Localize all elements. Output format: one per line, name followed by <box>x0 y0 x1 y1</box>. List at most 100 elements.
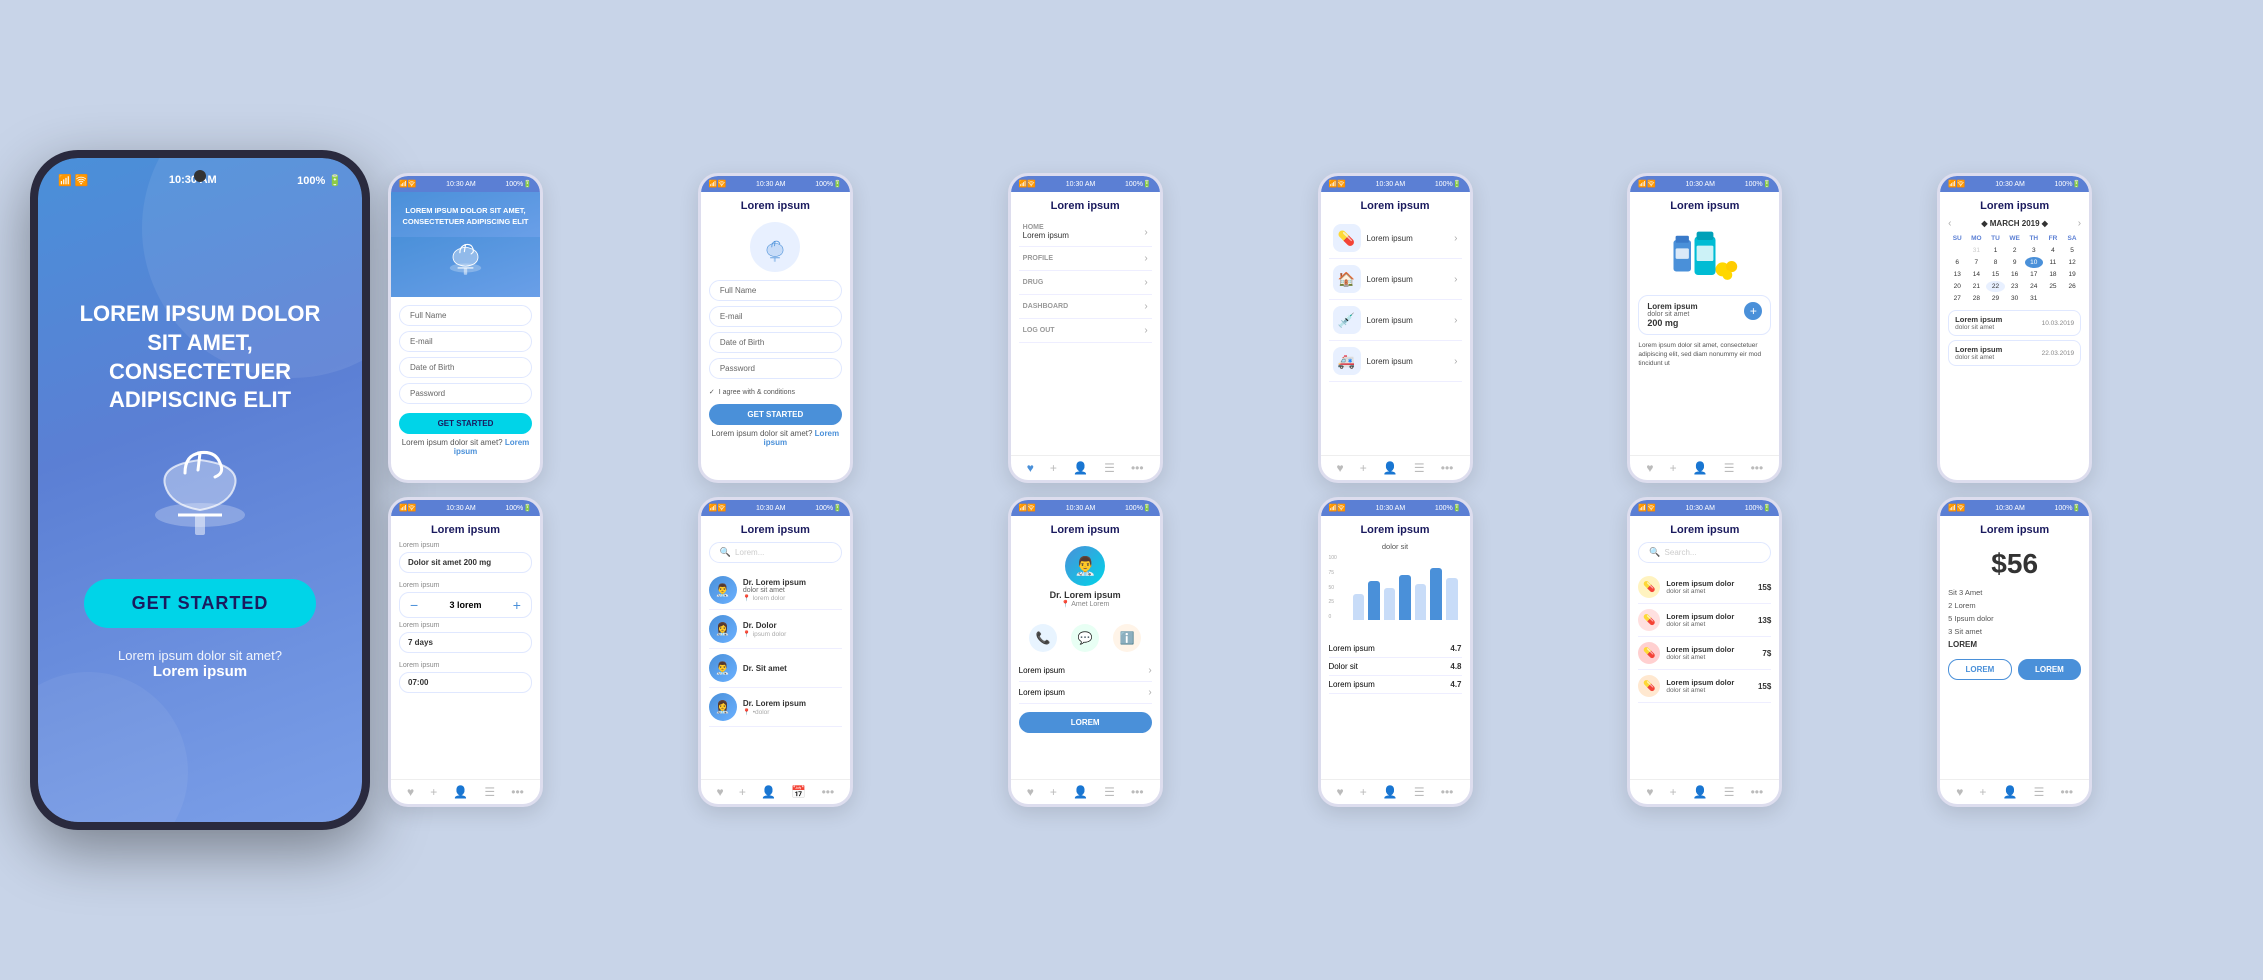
order-btn-2[interactable]: LOREM <box>2018 659 2082 680</box>
med-item-1[interactable]: 💊 Lorem ipsum dolor dolor sit amet 15$ <box>1638 571 1771 604</box>
nav-heart-10[interactable]: ♥ <box>1337 785 1344 799</box>
nav-calendar-8[interactable]: 📅 <box>791 785 806 799</box>
nav-person-3[interactable]: 👤 <box>1073 461 1088 475</box>
cal-prev[interactable]: ‹ <box>1948 218 1951 229</box>
menu-drug[interactable]: DRUG › <box>1019 271 1152 295</box>
email-field[interactable]: E-mail <box>399 331 532 352</box>
search-box-8[interactable]: 🔍 Lorem... <box>709 542 842 563</box>
phone-action[interactable]: 📞 <box>1029 624 1057 652</box>
chevron-profile: › <box>1144 253 1147 264</box>
nav-dots-5[interactable]: ••• <box>1751 461 1764 475</box>
screen2-form: Lorem ipsum Full Name E-mail Date of Bir… <box>701 192 850 480</box>
nav-list-3[interactable]: ☰ <box>1104 461 1115 475</box>
phone-screen-4: 📶🛜 10:30 AM 100%🔋 Lorem ipsum 💊 Lorem ip… <box>1318 173 1473 483</box>
nav-dots-10[interactable]: ••• <box>1441 785 1454 799</box>
nav-dots-11[interactable]: ••• <box>1751 785 1764 799</box>
med-item-2[interactable]: 💊 Lorem ipsum dolor dolor sit amet 13$ <box>1638 604 1771 637</box>
med-item-3[interactable]: 💊 Lorem ipsum dolor dolor sit amet 7$ <box>1638 637 1771 670</box>
nav-list-11[interactable]: ☰ <box>1724 785 1735 799</box>
nav-dots-7[interactable]: ••• <box>511 785 524 799</box>
nav-plus-9[interactable]: + <box>1050 785 1057 799</box>
nav-list-12[interactable]: ☰ <box>2034 785 2045 799</box>
nav-list-10[interactable]: ☰ <box>1414 785 1425 799</box>
nav-person-12[interactable]: 👤 <box>2003 785 2018 799</box>
nav-dots-4[interactable]: ••• <box>1441 461 1454 475</box>
nav-plus-10[interactable]: + <box>1360 785 1367 799</box>
big-phone: 📶 🛜 10:30 AM 100% 🔋 LOREM IPSUM DOLOR SI… <box>30 150 370 830</box>
nav-heart-9[interactable]: ♥ <box>1027 785 1034 799</box>
service-3[interactable]: 💉 Lorem ipsum › <box>1329 300 1462 341</box>
nav-person-4[interactable]: 👤 <box>1383 461 1398 475</box>
nav-plus-12[interactable]: + <box>1979 785 1986 799</box>
nav-heart-4[interactable]: ♥ <box>1337 461 1344 475</box>
get-started-btn-2[interactable]: GET STARTED <box>709 404 842 425</box>
dob-field[interactable]: Date of Birth <box>399 357 532 378</box>
nav-person-8[interactable]: 👤 <box>761 785 776 799</box>
nav-person-7[interactable]: 👤 <box>453 785 468 799</box>
nav-plus-4[interactable]: + <box>1360 461 1367 475</box>
menu-logout[interactable]: LOG OUT › <box>1019 319 1152 343</box>
nav-plus-11[interactable]: + <box>1670 785 1677 799</box>
big-phone-title: LOREM IPSUM DOLOR SIT AMET, CONSECTETUER… <box>62 300 338 414</box>
nav-person-5[interactable]: 👤 <box>1693 461 1708 475</box>
nav-person-9[interactable]: 👤 <box>1073 785 1088 799</box>
med-item-4[interactable]: 💊 Lorem ipsum dolor dolor sit amet 15$ <box>1638 670 1771 703</box>
lorem-btn-9[interactable]: LOREM <box>1019 712 1152 733</box>
fullname-field[interactable]: Full Name <box>399 305 532 326</box>
nav-list-7[interactable]: ☰ <box>484 785 495 799</box>
search-box-11[interactable]: 🔍 Search... <box>1638 542 1771 563</box>
cal-next[interactable]: › <box>2078 218 2081 229</box>
screen12-order: Lorem ipsum $56 Sit 3 Amet 2 Lorem 5 Ips… <box>1940 516 2089 779</box>
menu-profile[interactable]: PROFILE › <box>1019 247 1152 271</box>
nav-dots-9[interactable]: ••• <box>1131 785 1144 799</box>
info-action[interactable]: ℹ️ <box>1113 624 1141 652</box>
doctor-4[interactable]: 👩‍⚕️ Dr. Lorem ipsum 📍 •dolor <box>709 688 842 727</box>
nav-person-10[interactable]: 👤 <box>1383 785 1398 799</box>
order-btn-1[interactable]: LOREM <box>1948 659 2012 680</box>
service-2[interactable]: 🏠 Lorem ipsum › <box>1329 259 1462 300</box>
menu-dashboard[interactable]: DASHBOARD › <box>1019 295 1152 319</box>
menu-home[interactable]: HOMELorem ipsum › <box>1019 218 1152 247</box>
nav-plus-5[interactable]: + <box>1670 461 1677 475</box>
nav-dots-3[interactable]: ••• <box>1131 461 1144 475</box>
add-med-btn[interactable]: + <box>1744 302 1762 320</box>
get-started-button-big[interactable]: GET STARTED <box>84 579 317 628</box>
s2-fullname[interactable]: Full Name <box>709 280 842 301</box>
service-4[interactable]: 🚑 Lorem ipsum › <box>1329 341 1462 382</box>
big-phone-link[interactable]: Lorem ipsum <box>153 663 247 680</box>
stepper-plus[interactable]: + <box>513 597 521 613</box>
big-phone-screen: 📶 🛜 10:30 AM 100% 🔋 LOREM IPSUM DOLOR SI… <box>38 158 362 822</box>
nav-heart-11[interactable]: ♥ <box>1646 785 1653 799</box>
footer-text-1: Lorem ipsum dolor sit amet? Lorem ipsum <box>399 438 532 456</box>
s2-email[interactable]: E-mail <box>709 306 842 327</box>
doctor-2[interactable]: 👩‍⚕️ Dr. Dolor 📍 ipsum dolor <box>709 610 842 649</box>
nav-person-11[interactable]: 👤 <box>1693 785 1708 799</box>
nav-heart-8[interactable]: ♥ <box>716 785 723 799</box>
nav-heart-3[interactable]: ♥ <box>1027 461 1034 475</box>
chat-action[interactable]: 💬 <box>1071 624 1099 652</box>
nav-heart-12[interactable]: ♥ <box>1956 785 1963 799</box>
nav-list-5[interactable]: ☰ <box>1724 461 1735 475</box>
nav-heart-7[interactable]: ♥ <box>407 785 414 799</box>
doctor-1[interactable]: 👨‍⚕️ Dr. Lorem ipsum dolor sit amet 📍 lo… <box>709 571 842 610</box>
nav-heart-5[interactable]: ♥ <box>1646 461 1653 475</box>
stepper-minus[interactable]: − <box>410 597 418 613</box>
password-field[interactable]: Password <box>399 383 532 404</box>
nav-dots-12[interactable]: ••• <box>2060 785 2073 799</box>
chevron-s4: › <box>1454 356 1457 367</box>
get-started-btn-1[interactable]: GET STARTED <box>399 413 532 434</box>
nav-list-4[interactable]: ☰ <box>1414 461 1425 475</box>
nav-plus-7[interactable]: + <box>430 785 437 799</box>
doctor-3[interactable]: 👨‍⚕️ Dr. Sit amet <box>709 649 842 688</box>
nav-dots-8[interactable]: ••• <box>822 785 835 799</box>
nav-list-9[interactable]: ☰ <box>1104 785 1115 799</box>
s2-dob[interactable]: Date of Birth <box>709 332 842 353</box>
screen7-title: Lorem ipsum <box>399 524 532 536</box>
phone-screen-8: 📶🛜 10:30 AM 100%🔋 Lorem ipsum 🔍 Lorem...… <box>698 497 853 807</box>
bottom-nav-3: ♥ + 👤 ☰ ••• <box>1011 455 1160 480</box>
service-1[interactable]: 💊 Lorem ipsum › <box>1329 218 1462 259</box>
nav-plus-3[interactable]: + <box>1050 461 1057 475</box>
nav-plus-8[interactable]: + <box>739 785 746 799</box>
s2-password[interactable]: Password <box>709 358 842 379</box>
order-detail-1: Sit 3 Amet <box>1948 588 2081 597</box>
